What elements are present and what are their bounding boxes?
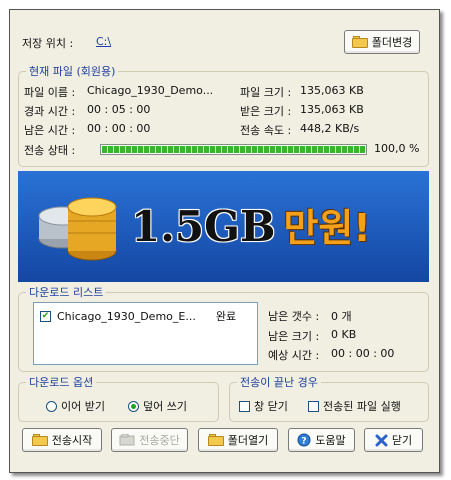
download-options-title: 다운로드 옵션 — [26, 374, 97, 390]
help-label: 도움말 — [315, 434, 346, 447]
stop-transfer-icon — [119, 434, 135, 446]
progress-fill — [102, 146, 365, 153]
speed-value: 448,2 KB/s — [300, 122, 360, 135]
folder-icon — [31, 434, 48, 446]
help-icon: ? — [297, 433, 311, 447]
stop-transfer-label: 전송중단 — [139, 434, 180, 447]
speed-label: 전송 속도 : — [240, 124, 292, 137]
eta-label: 예상 시간 : — [268, 349, 320, 362]
filesize-value: 135,063 KB — [300, 84, 364, 97]
run-file-option[interactable]: 전송된 파일 실행 — [308, 398, 401, 414]
overwrite-label: 덮어 쓰기 — [143, 400, 187, 413]
overwrite-radio-button[interactable] — [128, 400, 139, 412]
remaining-time-value: 00 : 00 : 00 — [87, 122, 151, 135]
filename-label: 파일 이름 : — [24, 86, 76, 99]
stop-transfer-button[interactable]: 전송중단 — [111, 428, 188, 452]
remaining-size-label: 남은 크기 : — [268, 330, 320, 343]
close-label: 닫기 — [391, 434, 413, 447]
close-window-checkbox[interactable] — [239, 400, 250, 412]
banner-price: 만원! — [283, 206, 371, 250]
current-file-title: 현재 파일 (회원용) — [26, 63, 119, 79]
folder-icon — [351, 36, 368, 48]
run-file-label: 전송된 파일 실행 — [323, 400, 401, 413]
help-button[interactable]: ? 도움말 — [288, 428, 355, 452]
remaining-size-value: 0 KB — [331, 328, 357, 341]
start-transfer-button[interactable]: 전송시작 — [22, 428, 102, 452]
on-complete-title: 전송이 끝난 경우 — [237, 374, 321, 390]
downloader-window: 저장 위치 : C:\ 폴더변경 현재 파일 (회원용) 파일 이름 : Chi… — [9, 9, 440, 473]
close-icon — [375, 434, 388, 446]
list-item-name: Chicago_1930_Demo_E... — [57, 309, 196, 323]
elapsed-label: 경과 시간 : — [24, 105, 76, 118]
filesize-label: 파일 크기 : — [240, 86, 292, 99]
eta-value: 00 : 00 : 00 — [331, 347, 395, 360]
promo-banner[interactable]: 1.5GB 만원! — [18, 171, 429, 282]
resume-radio-button[interactable] — [46, 400, 57, 412]
download-listbox[interactable]: ✔ Chicago_1930_Demo_E... 완료 — [33, 302, 258, 365]
remaining-count-value: 0 개 — [331, 310, 352, 323]
resume-radio[interactable]: 이어 받기 — [46, 398, 105, 414]
remaining-count-label: 남은 갯수 : — [268, 310, 320, 323]
status-label: 전송 상태 : — [24, 144, 76, 157]
overwrite-radio[interactable]: 덮어 쓰기 — [128, 398, 187, 414]
list-item-checkbox[interactable]: ✔ — [40, 310, 51, 322]
download-list-title: 다운로드 리스트 — [26, 284, 107, 300]
remaining-time-label: 남은 시간 : — [24, 124, 76, 137]
save-location-path[interactable]: C:\ — [96, 35, 111, 48]
received-label: 받은 크기 : — [240, 105, 292, 118]
open-folder-label: 폴더열기 — [227, 434, 269, 447]
list-item[interactable]: ✔ Chicago_1930_Demo_E... 완료 — [40, 308, 236, 324]
elapsed-value: 00 : 05 : 00 — [87, 103, 151, 116]
received-value: 135,063 KB — [300, 103, 364, 116]
progress-percent: 100,0 % — [374, 142, 420, 155]
save-location-label: 저장 위치 : — [22, 37, 74, 50]
list-item-status: 완료 — [215, 310, 237, 323]
resume-label: 이어 받기 — [61, 400, 105, 413]
close-window-option[interactable]: 창 닫기 — [239, 398, 288, 414]
banner-headline: 1.5GB — [131, 202, 276, 251]
close-button[interactable]: 닫기 — [364, 428, 423, 452]
filename-value: Chicago_1930_Demo... — [87, 84, 214, 97]
svg-text:?: ? — [302, 437, 307, 447]
change-folder-label: 폴더변경 — [371, 36, 413, 49]
folder-open-icon — [207, 434, 224, 446]
open-folder-button[interactable]: 폴더열기 — [198, 428, 278, 452]
start-transfer-label: 전송시작 — [51, 434, 93, 447]
run-file-checkbox[interactable] — [308, 400, 319, 412]
close-window-label: 창 닫기 — [254, 400, 288, 413]
change-folder-button[interactable]: 폴더변경 — [344, 30, 420, 54]
transfer-progress-bar — [100, 144, 367, 155]
